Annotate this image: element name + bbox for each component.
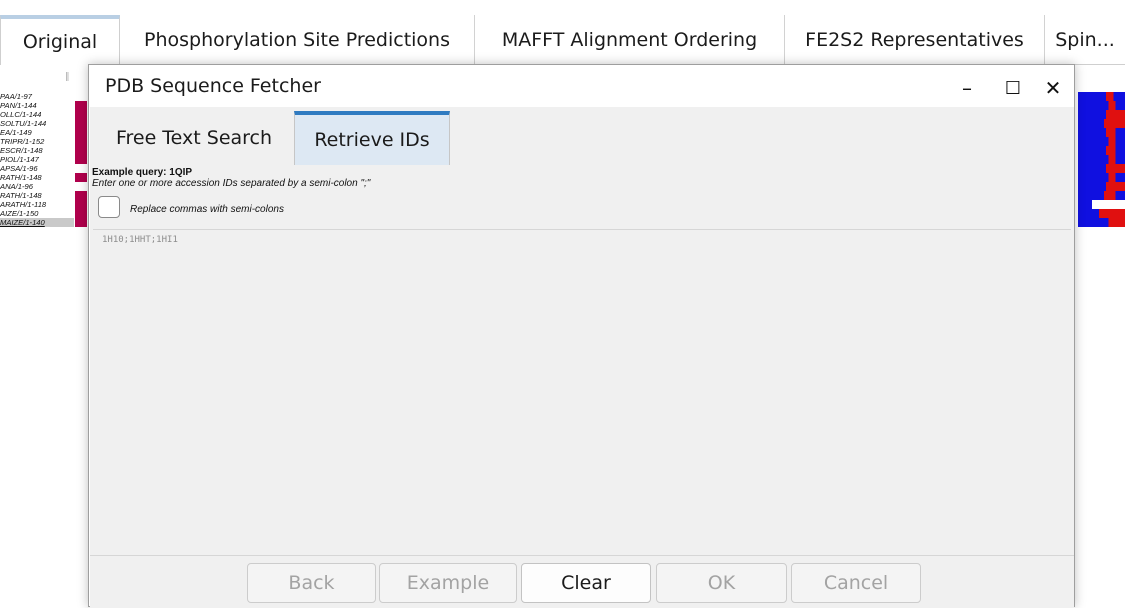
residue-row xyxy=(1078,146,1125,155)
residue-row xyxy=(1078,218,1125,227)
pdb-sequence-fetcher-dialog: PDB Sequence Fetcher – ☐ ✕ Free Text Sea… xyxy=(88,64,1075,608)
residue-row xyxy=(1078,110,1125,119)
tab-phosphorylation-site-predictions[interactable]: Phosphorylation Site Predictions xyxy=(120,15,475,64)
dialog-tab-bar: Free Text Search Retrieve IDs xyxy=(90,107,1074,166)
ok-button[interactable]: OK xyxy=(656,563,787,603)
tab-free-text-search[interactable]: Free Text Search xyxy=(96,111,292,165)
dialog-button-bar: Back Example Clear OK Cancel xyxy=(90,555,1074,608)
residue-row xyxy=(1078,173,1125,182)
tab-original[interactable]: Original xyxy=(0,15,120,65)
residue-row xyxy=(1078,209,1125,218)
example-button[interactable]: Example xyxy=(379,563,517,603)
residue-row xyxy=(1078,164,1125,173)
residue-row xyxy=(1078,182,1125,191)
accession-ids-text[interactable]: 1H10;1HHT;1HI1 xyxy=(102,235,178,245)
minimize-icon[interactable]: – xyxy=(947,69,987,107)
tab-label: Retrieve IDs xyxy=(314,129,430,151)
replace-commas-label[interactable]: Replace commas with semi-colons xyxy=(130,204,284,215)
tab-mafft-alignment-ordering[interactable]: MAFFT Alignment Ordering xyxy=(475,15,785,64)
retrieve-ids-panel: Example query: 1QIP Enter one or more ac… xyxy=(90,165,1074,558)
close-icon[interactable]: ✕ xyxy=(1033,69,1073,107)
accession-ids-textarea[interactable] xyxy=(93,229,1071,558)
tab-label: Free Text Search xyxy=(115,127,273,149)
residue-row xyxy=(1078,128,1125,137)
residue-row xyxy=(1078,137,1125,146)
replace-commas-checkbox[interactable] xyxy=(98,196,120,218)
dialog-title: PDB Sequence Fetcher xyxy=(105,75,321,97)
residue-row xyxy=(1078,191,1125,200)
example-query-label: Example query: 1QIP xyxy=(92,167,193,178)
residue-row xyxy=(1078,101,1125,110)
tab-retrieve-ids[interactable]: Retrieve IDs xyxy=(294,111,450,165)
tab-label: Phosphorylation Site Predictions xyxy=(144,28,450,51)
instructions-label: Enter one or more accession IDs separate… xyxy=(92,178,371,189)
back-button[interactable]: Back xyxy=(247,563,376,603)
residue-row xyxy=(1078,155,1125,164)
residue-row xyxy=(1078,119,1125,128)
tab-label: MAFFT Alignment Ordering xyxy=(501,28,758,51)
tab-label: FE2S2 Representatives xyxy=(805,28,1024,51)
tab-label: Spin... xyxy=(1055,28,1115,51)
cancel-button[interactable]: Cancel xyxy=(791,563,921,603)
maximize-icon[interactable]: ☐ xyxy=(993,69,1033,107)
dialog-titlebar[interactable]: PDB Sequence Fetcher – ☐ ✕ xyxy=(89,65,1074,109)
clear-button[interactable]: Clear xyxy=(521,563,651,603)
residue-row xyxy=(1078,200,1125,209)
residue-row xyxy=(1078,92,1125,101)
tab-spin[interactable]: Spin... xyxy=(1045,15,1125,64)
tab-fe2s2-representatives[interactable]: FE2S2 Representatives xyxy=(785,15,1045,64)
document-tab-bar: Original Phosphorylation Site Prediction… xyxy=(0,0,1125,65)
tab-label: Original xyxy=(22,31,98,53)
